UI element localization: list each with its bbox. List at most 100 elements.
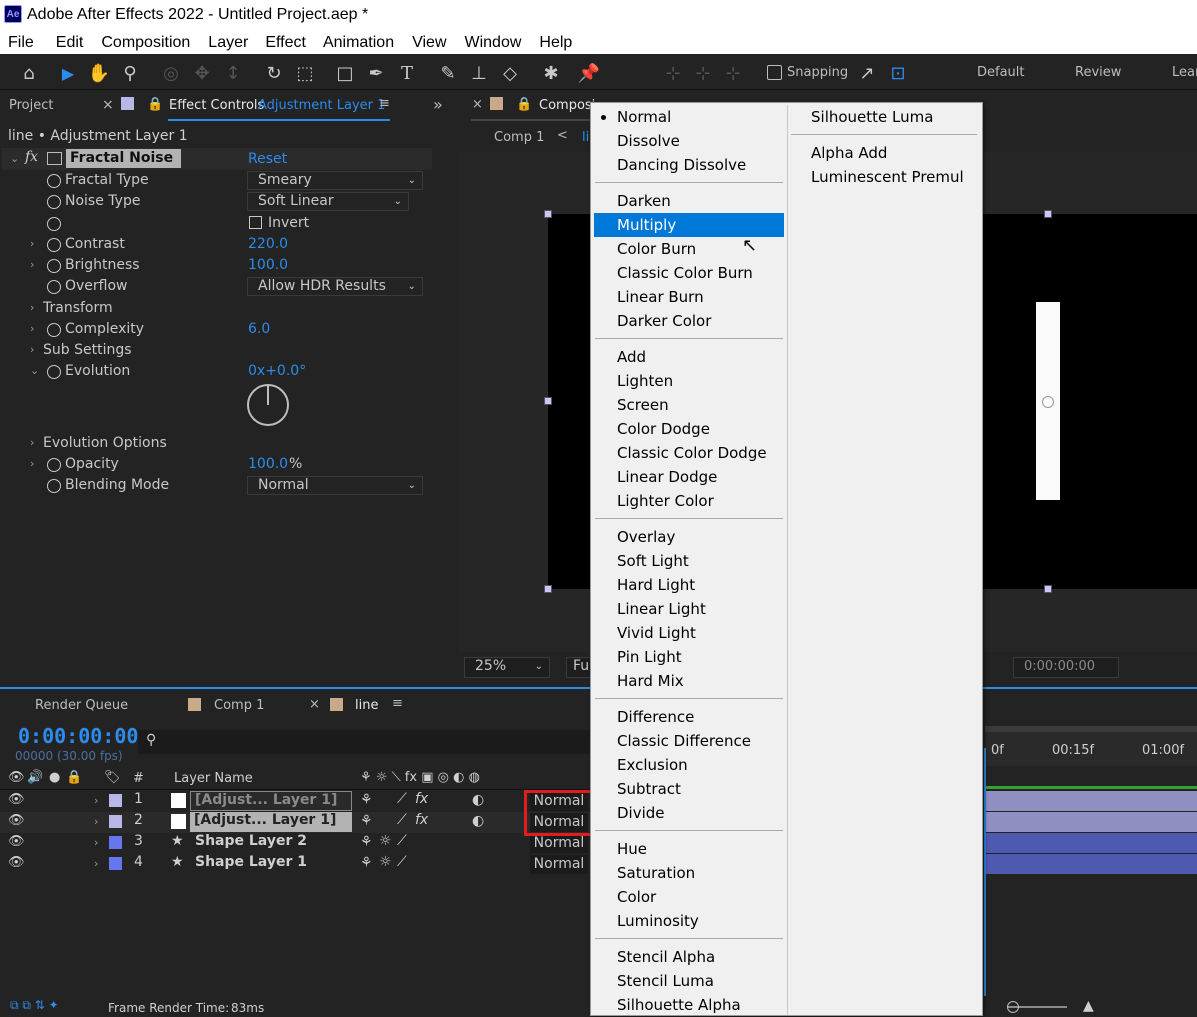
layer-handle[interactable] [544, 397, 552, 405]
twirl-closed-icon[interactable]: › [94, 857, 98, 870]
breadcrumb-line[interactable]: li [582, 130, 589, 145]
layer-row[interactable]: 👁 › 1 [Adjust... Layer 1] ⚘ ⟋ fx ◐ Norma… [0, 791, 590, 812]
blend-mode-option[interactable]: Linear Burn [617, 285, 704, 309]
stopwatch-icon[interactable] [47, 280, 61, 294]
layer-mode-dropdown[interactable]: Normal [530, 855, 588, 874]
blend-mode-option[interactable]: Classic Color Dodge [617, 441, 767, 465]
dolly-camera-icon[interactable]: ↕ [222, 62, 244, 84]
brush-tool-icon[interactable]: ✎ [437, 62, 459, 84]
snap-target-icon[interactable]: ⊡ [887, 62, 909, 84]
effect-name[interactable]: Fractal Noise [66, 149, 181, 168]
audio-toggle-icon[interactable]: 🔊 [27, 770, 43, 785]
blend-mode-option[interactable]: Subtract [617, 777, 681, 801]
expand-panels-icon[interactable]: » [433, 95, 443, 114]
label-column-icon[interactable]: 🏷 [104, 770, 121, 785]
layer-track-bar[interactable] [985, 812, 1197, 832]
blend-mode-option[interactable]: Multiply [594, 213, 784, 237]
blend-mode-option[interactable]: Dissolve [617, 129, 680, 153]
shy-switch-icon[interactable]: ⚘ [360, 855, 373, 871]
overflow-dropdown[interactable]: Allow HDR Results ⌄ [247, 277, 423, 296]
quality-switch-icon[interactable]: ⟋ [397, 833, 407, 849]
blend-mode-option[interactable]: Hard Mix [617, 669, 684, 693]
complexity-value[interactable]: 6.0 [248, 321, 270, 337]
zoom-slider-thumb[interactable] [1007, 1001, 1019, 1013]
eye-icon[interactable]: 👁 [8, 813, 25, 828]
blend-mode-option[interactable]: Saturation [617, 861, 695, 885]
layer-name[interactable]: Shape Layer 2 [195, 833, 307, 849]
workspace-learn[interactable]: Lear [1172, 65, 1197, 80]
current-timecode[interactable]: 0:00:00:00 [18, 724, 138, 748]
stopwatch-icon[interactable] [47, 259, 61, 273]
tab-composition[interactable]: Composi [539, 98, 595, 113]
layer-row[interactable]: 👁 › 3 ★ Shape Layer 2 ⚘ ☼ ⟋ Normal [0, 833, 590, 854]
blend-mode-option[interactable]: Darker Color [617, 309, 711, 333]
eye-icon[interactable]: 👁 [8, 855, 25, 870]
pan-behind-tool-icon[interactable]: ⬚ [294, 62, 316, 84]
blend-mode-option[interactable]: Classic Difference [617, 729, 751, 753]
layer-label-color[interactable] [109, 857, 122, 870]
stopwatch-icon[interactable] [47, 174, 61, 188]
blend-mode-option[interactable]: Linear Light [617, 597, 706, 621]
workspace-review[interactable]: Review [1075, 65, 1121, 80]
shy-switch-icon[interactable]: ⚘ [360, 792, 373, 808]
zoom-in-icon[interactable]: ▲ [1083, 998, 1094, 1014]
workspace-default[interactable]: Default [977, 65, 1025, 80]
breadcrumb-comp1[interactable]: Comp 1 [494, 130, 544, 145]
evolution-angle-dial[interactable] [247, 384, 289, 426]
opacity-value[interactable]: 100.0 [248, 456, 288, 472]
twirl-closed-icon[interactable]: › [30, 301, 34, 314]
blend-mode-option[interactable]: Silhouette Alpha [617, 993, 741, 1017]
menu-help[interactable]: Help [539, 34, 572, 52]
tab-line[interactable]: line [355, 698, 378, 713]
close-tab-icon[interactable]: × [309, 697, 320, 712]
orbit-camera-icon[interactable]: ◎ [160, 62, 182, 84]
stopwatch-icon[interactable] [47, 458, 61, 472]
menu-effect[interactable]: Effect [265, 34, 306, 52]
panel-menu-icon[interactable]: ≡ [392, 696, 403, 711]
layer-name[interactable]: Shape Layer 1 [195, 854, 307, 870]
twirl-closed-icon[interactable]: › [30, 343, 34, 356]
stopwatch-icon[interactable] [47, 323, 61, 337]
layer-handle[interactable] [544, 585, 552, 593]
adjustment-switch-icon[interactable]: ◐ [472, 792, 484, 808]
blend-mode-option[interactable]: Hue [617, 837, 647, 861]
playhead[interactable] [984, 748, 986, 996]
effect-twirl-icon[interactable]: ⌄ [10, 152, 19, 165]
lock-icon[interactable]: 🔒 [516, 97, 532, 112]
blend-mode-option[interactable]: Lighten [617, 369, 673, 393]
blend-mode-option[interactable]: Exclusion [617, 753, 688, 777]
layer-name[interactable]: [Adjust... Layer 1] [190, 791, 352, 811]
shy-switch-icon[interactable]: ⚘ [360, 834, 373, 850]
tab-render-queue[interactable]: Render Queue [35, 698, 128, 713]
blend-mode-option[interactable]: Vivid Light [617, 621, 696, 645]
blend-mode-option[interactable]: Luminosity [617, 909, 699, 933]
fx-switch-icon[interactable]: fx [415, 812, 428, 828]
hand-tool-icon[interactable]: ✋ [88, 62, 110, 84]
layer-search-input[interactable]: ⚲ [138, 730, 590, 754]
blend-mode-option[interactable]: Dancing Dissolve [617, 153, 746, 177]
blend-mode-option[interactable]: Linear Dodge [617, 465, 717, 489]
blend-mode-option[interactable]: Alpha Add [811, 141, 887, 165]
menu-view[interactable]: View [412, 34, 446, 52]
fx-switch-icon[interactable]: fx [415, 791, 428, 807]
layer-label-color[interactable] [109, 836, 122, 849]
blend-mode-option[interactable]: Silhouette Luma [811, 105, 933, 129]
roto-brush-tool-icon[interactable]: ✱ [540, 62, 562, 84]
blend-mode-option[interactable]: Color [617, 885, 656, 909]
blend-mode-option[interactable]: Difference [617, 705, 694, 729]
blend-mode-option[interactable]: Add [617, 345, 646, 369]
layer-row[interactable]: 👁 › 4 ★ Shape Layer 1 ⚘ ☼ ⟋ Normal [0, 854, 590, 875]
reset-button[interactable]: Reset [248, 151, 287, 167]
stopwatch-icon[interactable] [47, 217, 61, 231]
layer-handle[interactable] [544, 210, 552, 218]
blend-mode-option[interactable]: Pin Light [617, 645, 682, 669]
twirl-closed-icon[interactable]: › [30, 457, 34, 470]
tab-comp1[interactable]: Comp 1 [214, 698, 264, 713]
blend-mode-option[interactable]: Luminescent Premul [811, 165, 964, 189]
blend-mode-option[interactable]: Screen [617, 393, 669, 417]
close-tab-icon[interactable]: × [102, 97, 114, 113]
blend-mode-option[interactable]: Stencil Luma [617, 969, 714, 993]
evolution-value[interactable]: 0x+0.0° [248, 363, 306, 379]
rectangle-tool-icon[interactable]: □ [334, 62, 356, 84]
composition-flowchart-icon[interactable]: ⧉ ⧉ ⇅ ✦ [10, 998, 59, 1013]
